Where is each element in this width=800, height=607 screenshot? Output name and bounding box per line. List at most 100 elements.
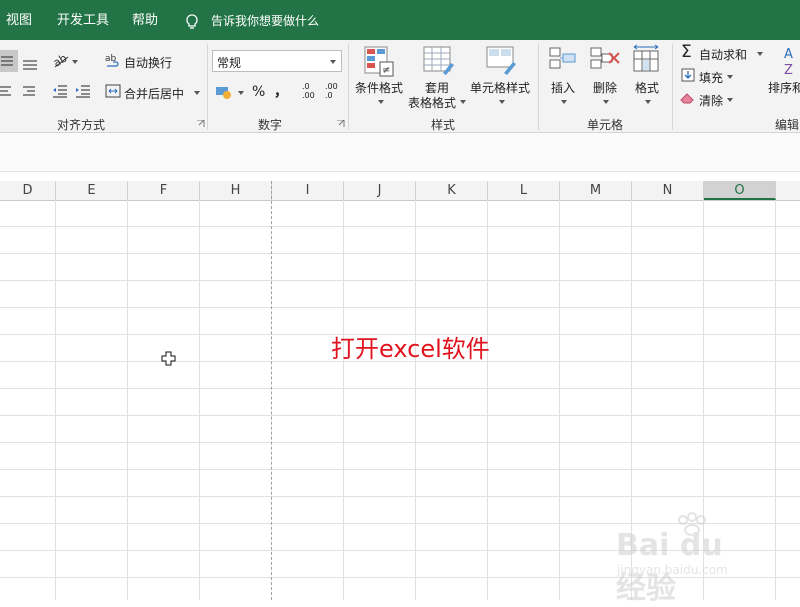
insert-dropdown-icon[interactable] [561,100,567,104]
merge-center-button[interactable]: 合并后居中 [124,85,184,102]
svg-text:A: A [784,47,793,62]
column-headers: D E F H I J K L M N O [0,181,800,201]
decrease-decimal-button[interactable]: .00 .0 [325,82,345,100]
column-header-i[interactable]: I [272,181,344,200]
watermark-url: jingyan.baidu.com [617,563,728,577]
sort-filter-button[interactable]: 排序和 [768,79,800,96]
delete-button[interactable]: 删除 [593,79,617,96]
lightbulb-icon[interactable] [183,13,201,31]
wrap-text-icon: ab [105,54,119,67]
column-header-d[interactable]: D [0,181,56,200]
svg-text:≠: ≠ [382,65,390,76]
grid-line [0,442,800,443]
formula-bar-area[interactable] [0,133,800,172]
format-as-table-icon [423,46,454,75]
clear-button[interactable]: 清除 [699,92,723,109]
chevron-down-icon [330,60,336,64]
autosum-button[interactable]: 自动求和 [699,46,747,63]
tab-help[interactable]: 帮助 [132,0,158,40]
grid-line [775,200,776,600]
grid-line [487,200,488,600]
text-orientation-icon[interactable]: ab [52,52,70,68]
align-right-icon[interactable] [22,84,36,98]
conditional-formatting-icon: ≠ [364,46,394,77]
eraser-icon [680,93,694,104]
format-button[interactable]: 格式 [635,79,659,96]
grid-line [0,253,800,254]
cell-cursor-icon [161,351,176,366]
fill-button[interactable]: 填充 [699,69,723,86]
percent-style-button[interactable]: % [252,84,265,100]
column-header-j[interactable]: J [344,181,416,200]
column-header-o[interactable]: O [704,181,776,200]
number-launcher-icon[interactable] [337,120,345,128]
tab-view[interactable]: 视图 [6,0,32,40]
cell-styles-button[interactable]: 单元格样式 [470,79,530,96]
increase-indent-icon[interactable] [75,84,91,98]
merge-center-icon [105,84,121,98]
tell-me-search[interactable]: 告诉我你想要做什么 [211,0,319,40]
format-as-table-button[interactable]: 表格格式 [408,94,456,111]
ribbon-tab-bar: 视图 开发工具 帮助 告诉我你想要做什么 [0,0,800,40]
clear-dropdown-icon[interactable] [727,98,733,102]
conditional-formatting-button[interactable]: 条件格式 [355,79,403,96]
decrease-indent-icon[interactable] [52,84,68,98]
column-header-m[interactable]: M [560,181,632,200]
number-format-select[interactable]: 常规 [212,50,342,72]
alignment-launcher-icon[interactable] [197,120,205,128]
column-header-e[interactable]: E [56,181,128,200]
fill-dropdown-icon[interactable] [727,75,733,79]
editing-group-label: 编辑 [775,118,800,132]
sort-filter-icon: A Z [784,47,793,76]
sigma-icon: Σ [681,42,692,62]
styles-group-label: 样式 [431,118,456,132]
grid-line [199,200,200,600]
increase-decimal-button[interactable]: .0 .00 [302,82,322,100]
group-divider [672,44,673,130]
column-header-l[interactable]: L [488,181,560,200]
grid-line [0,415,800,416]
align-left-icon[interactable] [0,84,12,98]
delete-cells-icon [590,47,620,69]
wrap-text-button[interactable]: 自动换行 [124,54,172,71]
ribbon: ab ab 自动换行 合并后居中 对齐方式 常规 % ， .0 .00 .00 … [0,40,800,133]
grid-line [343,200,344,600]
cells-group-label: 单元格 [587,118,624,132]
accounting-format-icon[interactable] [215,84,235,100]
annotation-text: 打开excel软件 [331,335,490,363]
insert-button[interactable]: 插入 [551,79,575,96]
format-cells-icon [633,44,659,72]
page-break-line [271,181,272,600]
grid-line [0,469,800,470]
column-header-k[interactable]: K [416,181,488,200]
table-format-dropdown-icon[interactable] [460,100,466,104]
cell-styles-icon [486,46,516,75]
grid-line [127,200,128,600]
cf-dropdown-icon[interactable] [378,100,384,104]
column-header-n[interactable]: N [632,181,704,200]
delete-dropdown-icon[interactable] [603,100,609,104]
align-middle-icon[interactable] [22,56,38,70]
tab-developer[interactable]: 开发工具 [57,0,109,40]
insert-cells-icon [549,47,576,69]
grid-line [0,496,800,497]
number-group-label: 数字 [258,118,283,132]
column-header-f[interactable]: F [128,181,200,200]
merge-dropdown-icon[interactable] [194,91,200,95]
cell-styles-dropdown-icon[interactable] [499,100,505,104]
group-divider [207,44,208,130]
watermark: Bai du 经验 jingyan.baidu.com [613,512,763,606]
grid-line [0,280,800,281]
orientation-dropdown-icon[interactable] [72,60,78,64]
column-header-h[interactable]: H [200,181,272,200]
accounting-dropdown-icon[interactable] [238,91,244,95]
comma-style-button[interactable]: ， [274,81,288,101]
align-top-button[interactable] [0,50,18,72]
alignment-group-label: 对齐方式 [57,118,106,132]
grid-line [415,200,416,600]
format-dropdown-icon[interactable] [645,100,651,104]
fill-down-icon [681,68,695,82]
svg-text:Z: Z [784,63,793,76]
autosum-dropdown-icon[interactable] [757,52,763,56]
grid-line [0,388,800,389]
